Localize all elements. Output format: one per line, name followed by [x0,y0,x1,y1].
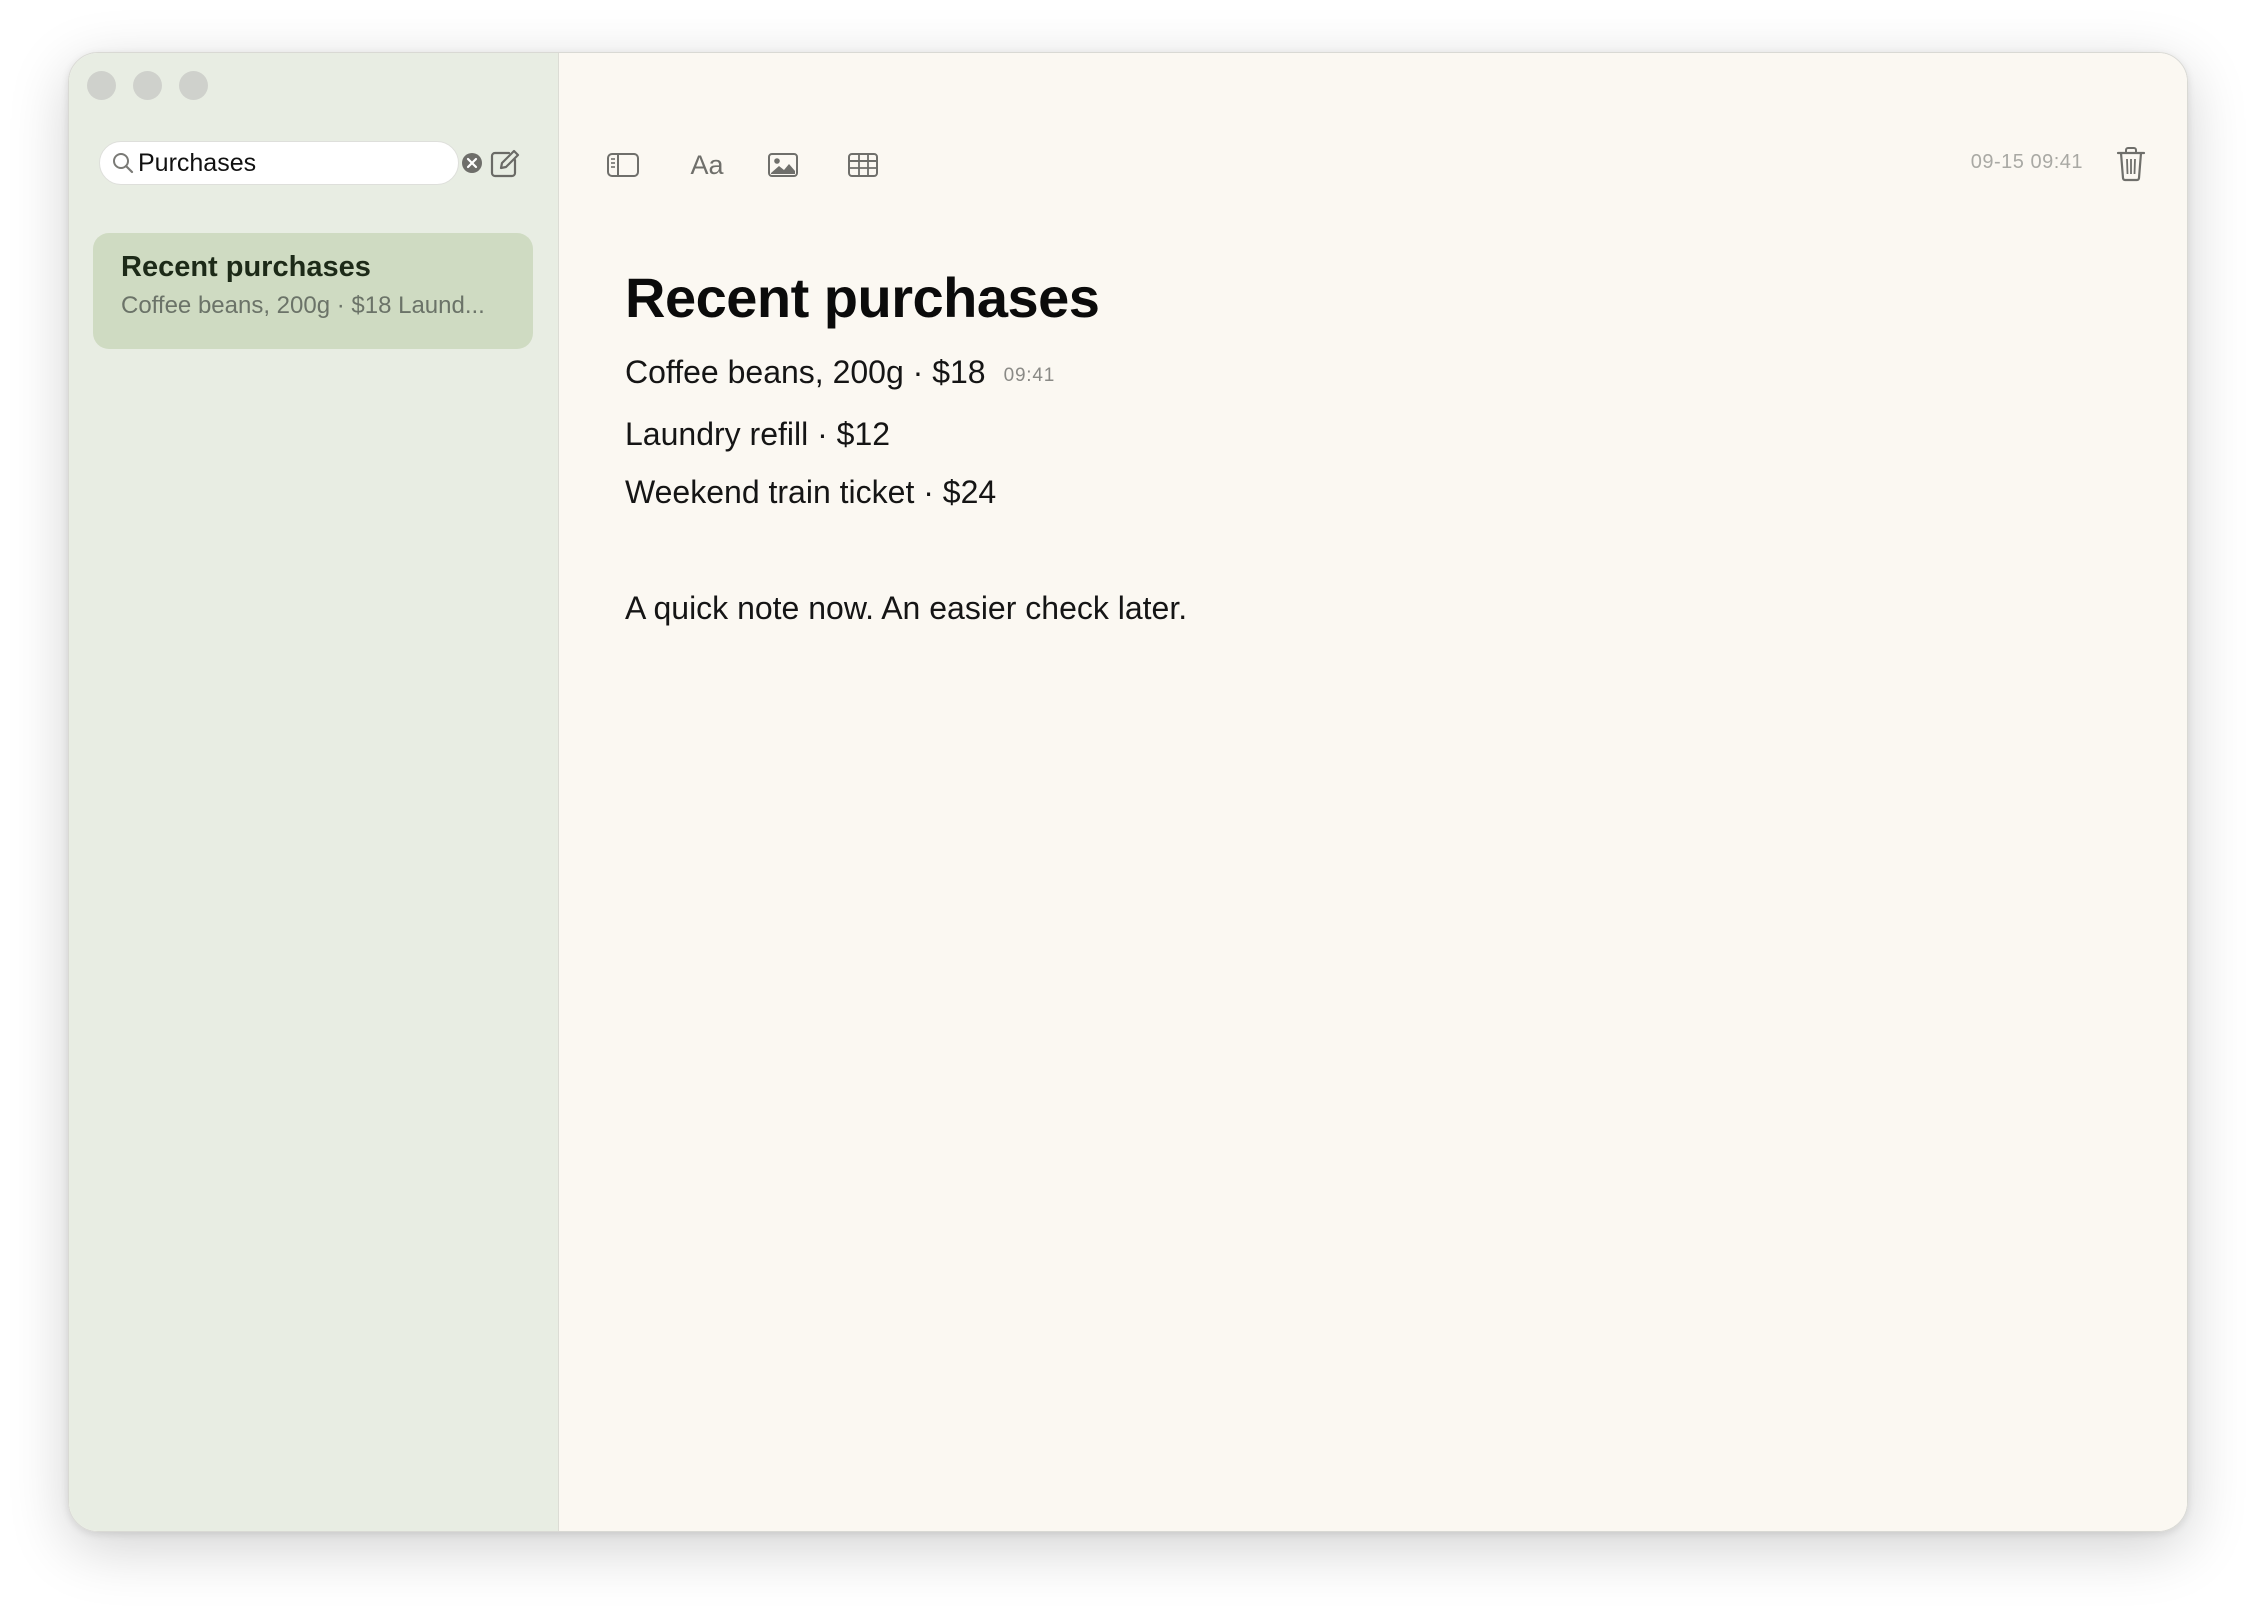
insert-table-button[interactable] [843,145,883,185]
note-line-time: 09:41 [1003,365,1056,386]
note-footer-text: A quick note now. An easier check later. [625,590,1188,626]
note-title[interactable]: Recent purchases [625,263,2127,333]
note-line[interactable]: Weekend train ticket · $24 [625,463,2127,521]
search-input[interactable] [136,143,460,183]
zoom-button[interactable] [179,71,208,100]
note-line-text: Coffee beans, 200g · $18 [625,354,986,390]
insert-image-button[interactable] [763,145,803,185]
format-button[interactable]: Aa [683,145,731,185]
search-field[interactable] [99,141,482,185]
table-icon [848,153,878,177]
note-blank-line [625,521,2127,579]
minimize-button[interactable] [133,71,162,100]
image-icon [768,153,798,177]
note-list-item[interactable]: Recent purchases Coffee beans, 200g · $1… [93,233,533,349]
trash-icon[interactable] [2113,145,2149,183]
note-list-item-title: Recent purchases [121,251,371,283]
notes-window: Recent purchases Coffee beans, 200g · $1… [68,52,2188,1532]
clear-search-icon[interactable] [460,151,484,175]
sidebar: Recent purchases Coffee beans, 200g · $1… [69,53,559,1531]
sidebar-toggle-icon [607,153,639,177]
note-line-text: Weekend train ticket · $24 [625,474,997,510]
close-button[interactable] [87,71,116,100]
note-line[interactable]: Laundry refill · $12 [625,405,2127,463]
window-controls [87,71,208,100]
note-timestamp: 09-15 09:41 [1970,151,2083,173]
compose-note-icon[interactable] [487,147,521,181]
toggle-sidebar-button[interactable] [603,145,643,185]
search-icon [113,153,134,174]
note-footer-line[interactable]: A quick note now. An easier check later. [625,579,2127,637]
note-list-item-preview: Coffee beans, 200g · $18 Laund... [121,292,485,319]
note-editor: Aa 09-15 09:41 Recent purchases Coffee b… [559,53,2187,1531]
note-line-text: Laundry refill · $12 [625,416,891,452]
note-body[interactable]: Recent purchases Coffee beans, 200g · $1… [625,263,2127,637]
note-line[interactable]: Coffee beans, 200g · $18 09:41 [625,343,2127,405]
format-label: Aa [690,149,724,180]
